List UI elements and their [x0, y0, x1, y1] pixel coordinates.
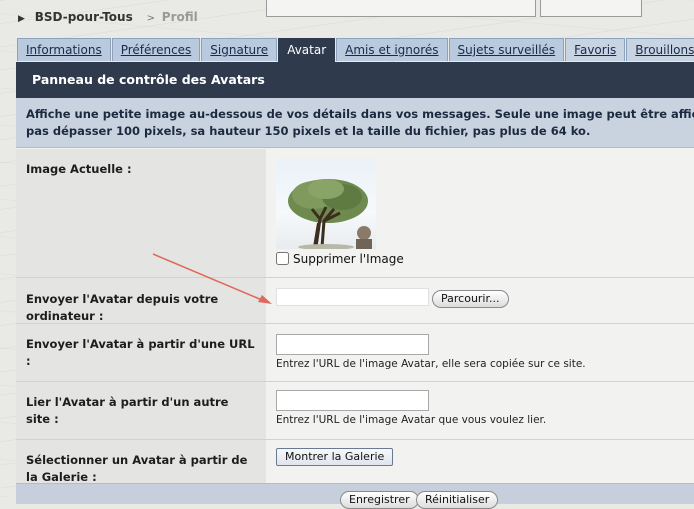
breadcrumb: ▶ BSD-pour-Tous > Profil — [18, 10, 198, 24]
tab-brouillons[interactable]: Brouillons — [626, 38, 694, 61]
delete-image-label: Supprimer l'Image — [293, 252, 404, 266]
tab-sujets-surveilles[interactable]: Sujets surveillés — [448, 38, 565, 61]
upload-field: Parcourir... — [266, 278, 694, 323]
submit-button[interactable]: Enregistrer — [340, 491, 419, 509]
panel-title: Panneau de contrôle des Avatars — [16, 62, 694, 98]
form-footer: Enregistrer Réinitialiser — [16, 483, 694, 509]
reset-button[interactable]: Réinitialiser — [416, 491, 499, 509]
delete-image-option: Supprimer l'Image — [276, 252, 404, 266]
row-link-remote: Lier l'Avatar à partir d'un autre site :… — [16, 382, 694, 440]
link-remote-label: Lier l'Avatar à partir d'un autre site : — [16, 382, 266, 439]
row-upload-url: Envoyer l'Avatar à partir d'une URL : En… — [16, 324, 694, 382]
delete-image-checkbox[interactable] — [276, 252, 289, 265]
browse-button[interactable]: Parcourir... — [432, 290, 509, 308]
row-gallery: Sélectionner un Avatar à partir de la Ga… — [16, 440, 694, 484]
link-remote-field: Entrez l'URL de l'image Avatar que vous … — [266, 382, 694, 439]
tab-avatar[interactable]: Avatar — [278, 38, 336, 63]
description-line-2: pas dépasser 100 pixels, sa hauteur 150 … — [26, 124, 591, 138]
tab-amis-ignores[interactable]: Amis et ignorés — [336, 38, 448, 61]
breadcrumb-current: Profil — [161, 10, 198, 24]
tab-favoris[interactable]: Favoris — [565, 38, 626, 61]
tab-informations[interactable]: Informations — [17, 38, 111, 61]
current-avatar-image — [276, 159, 376, 249]
show-gallery-button[interactable]: Montrer la Galerie — [276, 448, 394, 466]
tab-signature[interactable]: Signature — [201, 38, 278, 61]
current-image-field: Supprimer l'Image — [266, 149, 694, 277]
upload-url-hint: Entrez l'URL de l'image Avatar, elle ser… — [276, 358, 586, 370]
top-frame-right — [540, 0, 642, 17]
gallery-field: Montrer la Galerie — [266, 440, 694, 484]
triangle-right-icon: ▶ — [18, 14, 25, 24]
top-frame-left — [266, 0, 536, 17]
description-line-1: Affiche une petite image au-dessous de v… — [26, 107, 694, 121]
upload-url-label: Envoyer l'Avatar à partir d'une URL : — [16, 324, 266, 381]
upload-file-input[interactable] — [276, 288, 429, 306]
panel-description: Affiche une petite image au-dessous de v… — [16, 98, 694, 148]
gallery-label: Sélectionner un Avatar à partir de la Ga… — [16, 440, 266, 484]
olive-tree-image — [288, 179, 372, 249]
upload-url-input[interactable] — [276, 334, 429, 355]
tab-preferences[interactable]: Préférences — [111, 38, 201, 61]
avatar-control-panel: Panneau de contrôle des Avatars Affiche … — [16, 62, 694, 502]
profile-tabs: Informations Préférences Signature Avatar Am… — [17, 38, 694, 63]
current-image-label: Image Actuelle : — [16, 149, 266, 277]
upload-label: Envoyer l'Avatar depuis votre ordinateur… — [16, 278, 266, 323]
row-upload: Envoyer l'Avatar depuis votre ordinateur… — [16, 278, 694, 324]
upload-url-field: Entrez l'URL de l'image Avatar, elle ser… — [266, 324, 694, 381]
link-remote-hint: Entrez l'URL de l'image Avatar que vous … — [276, 414, 547, 426]
breadcrumb-site-link[interactable]: BSD-pour-Tous — [35, 10, 133, 24]
breadcrumb-separator: > — [146, 13, 155, 24]
link-remote-input[interactable] — [276, 390, 429, 411]
row-current-image: Image Actuelle : Supprimer l'Image — [16, 149, 694, 278]
